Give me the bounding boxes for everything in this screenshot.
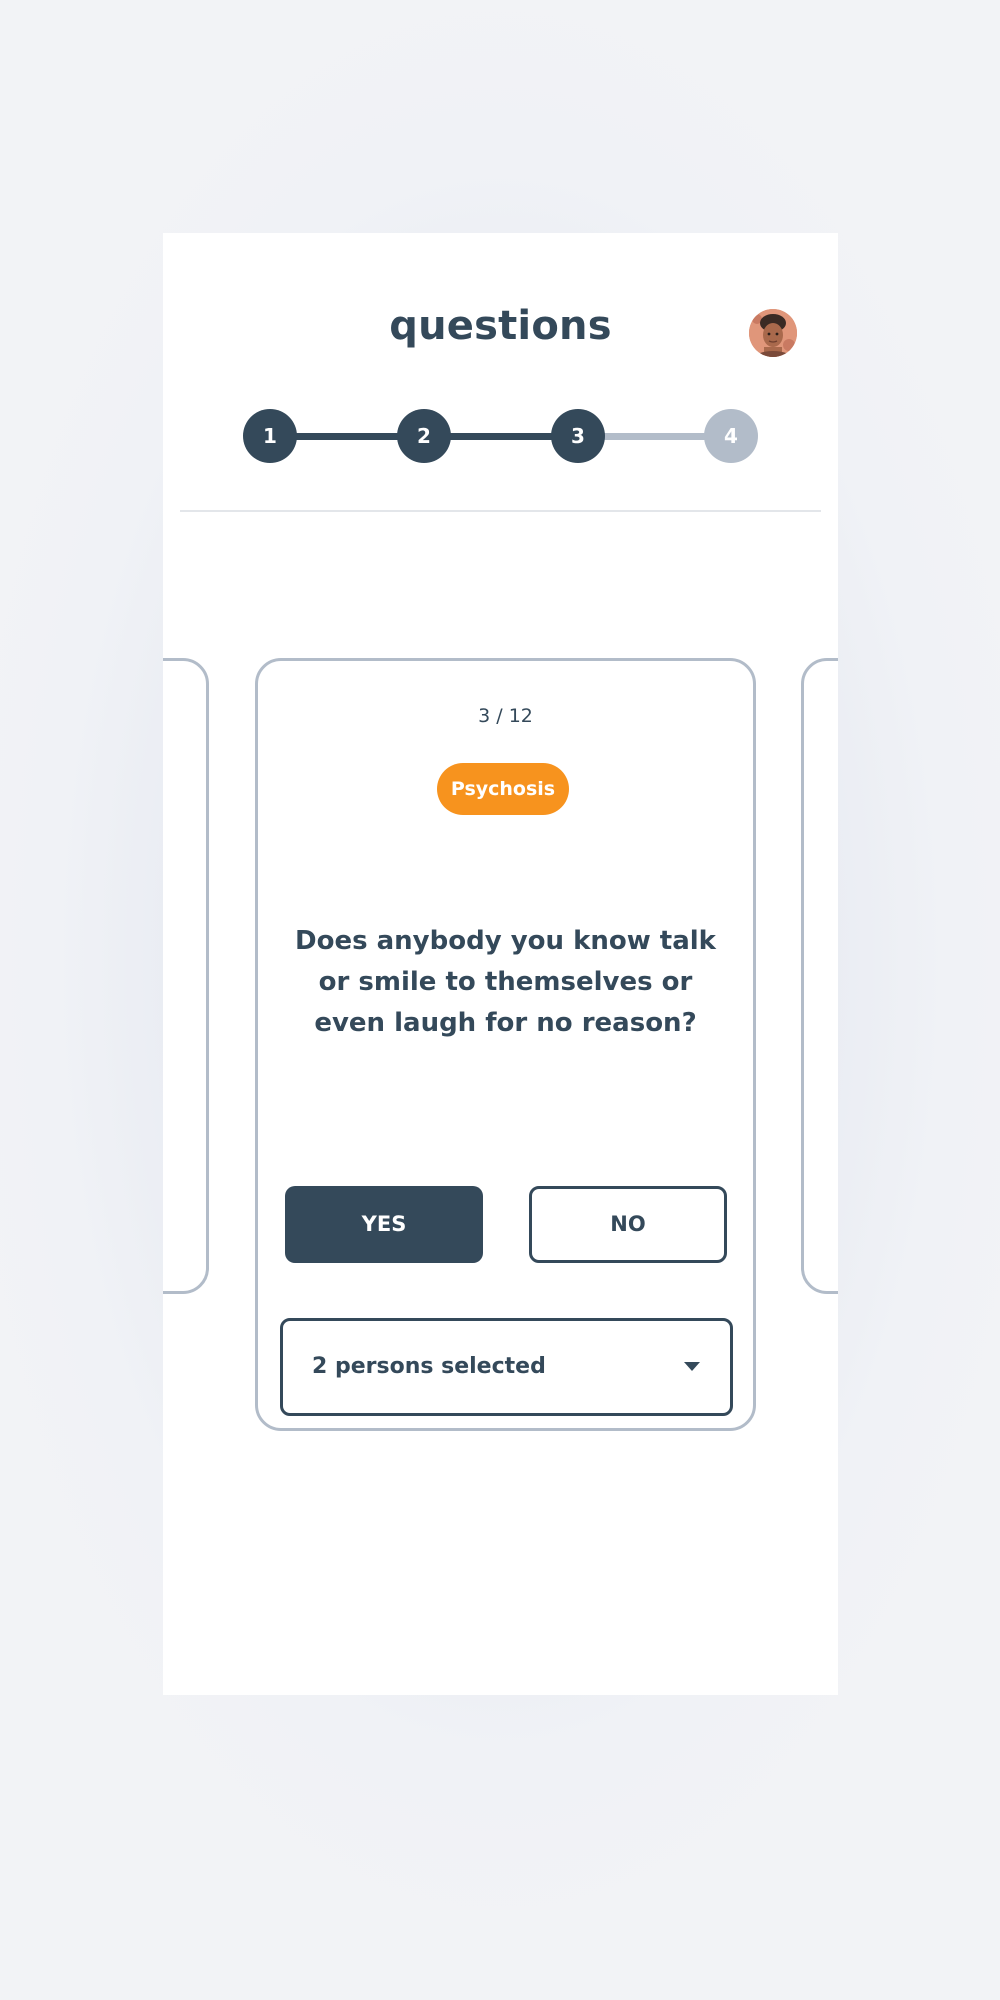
step-4[interactable]: 4: [704, 409, 758, 463]
question-card: 3 / 12 Psychosis Does anybody you know t…: [255, 658, 756, 1431]
progress-stepper: 1 2 3 4: [243, 409, 758, 465]
category-badge: Psychosis: [437, 763, 569, 815]
step-1[interactable]: 1: [243, 409, 297, 463]
question-text: Does anybody you know talk or smile to t…: [295, 926, 716, 1038]
app-screen: questions 1 2 3 4 3 / 12 Psychosis Does …: [163, 233, 838, 1695]
step-3[interactable]: 3: [551, 409, 605, 463]
header-divider: [180, 510, 821, 512]
question-counter: 3 / 12: [478, 705, 533, 727]
avatar-image: [749, 309, 797, 357]
persons-select-value: 2 persons selected: [312, 1354, 546, 1379]
user-avatar[interactable]: [749, 309, 797, 357]
no-button[interactable]: NO: [529, 1186, 727, 1263]
previous-question-card[interactable]: [163, 658, 209, 1294]
step-2[interactable]: 2: [397, 409, 451, 463]
yes-button[interactable]: YES: [285, 1186, 483, 1263]
page-title: questions: [389, 303, 612, 349]
next-question-card[interactable]: [801, 658, 838, 1294]
persons-select[interactable]: 2 persons selected: [280, 1318, 733, 1416]
caret-down-icon: [684, 1362, 700, 1371]
